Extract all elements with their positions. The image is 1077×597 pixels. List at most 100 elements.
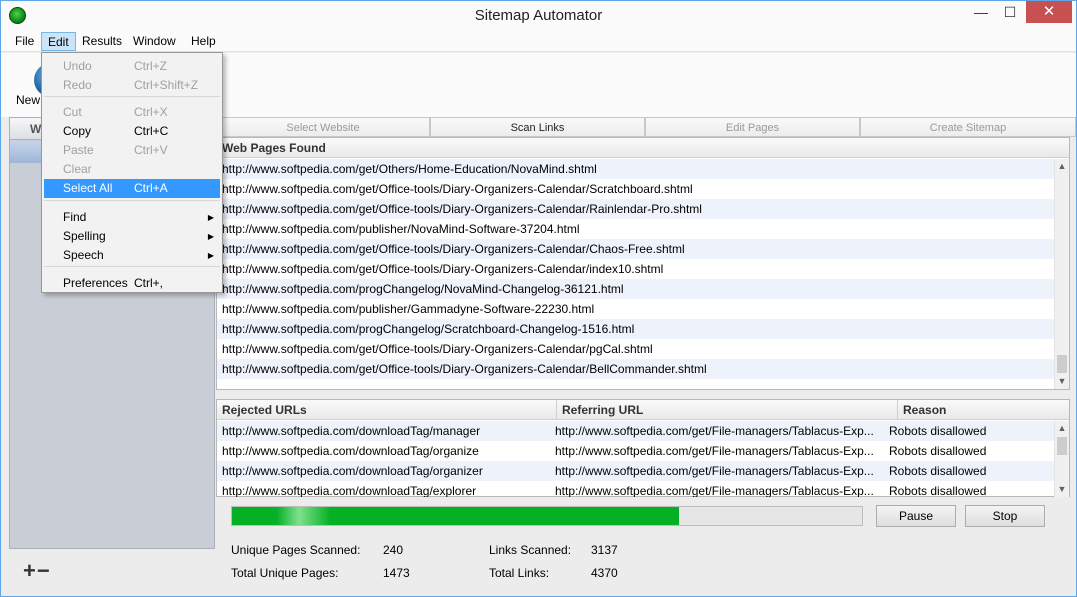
scroll-down-icon[interactable]: ▼ <box>1055 374 1069 388</box>
menu-item-find[interactable]: Find ▶ <box>44 208 220 227</box>
scroll-thumb[interactable] <box>1057 355 1067 373</box>
scan-progress-fill <box>232 507 680 525</box>
web-page-row[interactable]: http://www.softpedia.com/get/Office-tool… <box>217 359 1055 379</box>
rejected-urls-panel: Rejected URLs Referring URL Reason http:… <box>216 399 1070 497</box>
tab-scan-links[interactable]: Scan Links <box>430 117 645 137</box>
web-page-row[interactable]: http://www.softpedia.com/get/Office-tool… <box>217 199 1055 219</box>
menu-bar: File Edit Results Window Help <box>1 31 1076 52</box>
menu-item-label: Spelling <box>63 229 106 243</box>
menu-file[interactable]: File <box>9 32 40 51</box>
window-title: Sitemap Automator <box>474 7 603 24</box>
app-window: Sitemap Automator — ☐ ✕ File Edit Result… <box>0 0 1077 597</box>
rejected-row[interactable]: http://www.softpedia.com/downloadTag/exp… <box>217 481 1055 497</box>
web-page-row[interactable]: http://www.softpedia.com/get/Office-tool… <box>217 239 1055 259</box>
menu-item-preferences[interactable]: Preferences Ctrl+, <box>44 274 220 293</box>
stop-button[interactable]: Stop <box>965 505 1045 527</box>
rejected-urls-header: Rejected URLs Referring URL Reason <box>217 400 1069 420</box>
menu-item-label: Speech <box>63 248 104 262</box>
menu-item-label: Preferences <box>63 276 128 290</box>
edit-menu-dropdown: Undo Ctrl+Z Redo Ctrl+Shift+Z Cut Ctrl+X Copy C… <box>41 52 223 293</box>
menu-separator <box>44 266 220 267</box>
menu-item-clear[interactable]: Clear <box>44 160 220 179</box>
rejected-url: http://www.softpedia.com/downloadTag/org… <box>222 444 479 458</box>
menu-item-label: Redo <box>63 78 92 92</box>
web-pages-header: Web Pages Found <box>217 138 1069 158</box>
referring-url: http://www.softpedia.com/get/File-manage… <box>555 444 874 458</box>
tab-edit-pages[interactable]: Edit Pages <box>645 117 860 137</box>
web-pages-panel: Web Pages Found http://www.softpedia.com… <box>216 137 1070 390</box>
column-referring-url[interactable]: Referring URL <box>557 400 898 420</box>
referring-url: http://www.softpedia.com/get/File-manage… <box>555 464 874 478</box>
menu-separator <box>44 96 220 97</box>
submenu-arrow-icon: ▶ <box>207 232 214 241</box>
menu-item-label: Select All <box>63 181 113 195</box>
rejected-urls-list: http://www.softpedia.com/downloadTag/man… <box>217 421 1055 497</box>
links-scanned-value: 3137 <box>591 543 618 557</box>
web-page-row[interactable]: http://www.softpedia.com/publisher/NovaM… <box>217 219 1055 239</box>
rejected-row[interactable]: http://www.softpedia.com/downloadTag/man… <box>217 421 1055 441</box>
web-pages-scrollbar[interactable]: ▲ ▼ <box>1054 159 1069 389</box>
total-unique-pages-value: 1473 <box>383 566 410 580</box>
referring-url: http://www.softpedia.com/get/File-manage… <box>555 484 874 497</box>
menu-item-shortcut: Ctrl+, <box>134 276 164 290</box>
column-reason[interactable]: Reason <box>898 400 1069 420</box>
scroll-down-icon[interactable]: ▼ <box>1055 482 1069 496</box>
rejected-url: http://www.softpedia.com/downloadTag/org… <box>222 464 483 478</box>
menu-item-cut[interactable]: Cut Ctrl+X <box>44 103 220 122</box>
menu-item-redo[interactable]: Redo Ctrl+Shift+Z <box>44 76 220 95</box>
menu-results[interactable]: Results <box>76 32 128 51</box>
rejected-url: http://www.softpedia.com/downloadTag/exp… <box>222 484 477 497</box>
maximize-button[interactable]: ☐ <box>996 1 1024 23</box>
menu-item-select-all[interactable]: Select All Ctrl+A <box>44 179 220 198</box>
menu-item-copy[interactable]: Copy Ctrl+C <box>44 122 220 141</box>
menu-item-undo[interactable]: Undo Ctrl+Z <box>44 57 220 76</box>
scroll-thumb[interactable] <box>1057 437 1067 455</box>
total-unique-pages-label: Total Unique Pages: <box>231 566 339 580</box>
menu-window[interactable]: Window <box>127 32 182 51</box>
menu-item-speech[interactable]: Speech ▶ <box>44 246 220 265</box>
reject-reason: Robots disallowed <box>889 464 987 478</box>
new-button-label[interactable]: New <box>16 93 40 107</box>
tab-select-website[interactable]: Select Website <box>216 117 430 137</box>
menu-item-shortcut: Ctrl+Shift+Z <box>134 78 199 92</box>
pause-button[interactable]: Pause <box>876 505 956 527</box>
menu-item-label: Undo <box>63 59 92 73</box>
menu-help[interactable]: Help <box>185 32 222 51</box>
web-page-row[interactable]: http://www.softpedia.com/get/Office-tool… <box>217 259 1055 279</box>
menu-item-label: Clear <box>63 162 92 176</box>
menu-item-spelling[interactable]: Spelling ▶ <box>44 227 220 246</box>
web-page-row[interactable]: http://www.softpedia.com/progChangelog/S… <box>217 319 1055 339</box>
menu-item-shortcut: Ctrl+Z <box>134 59 167 73</box>
menu-item-label: Paste <box>63 143 94 157</box>
column-rejected-urls[interactable]: Rejected URLs <box>217 400 557 420</box>
web-page-row[interactable]: http://www.softpedia.com/get/Office-tool… <box>217 339 1055 359</box>
minimize-button[interactable]: — <box>967 1 995 23</box>
web-page-row[interactable]: http://www.softpedia.com/get/Office-tool… <box>217 179 1055 199</box>
menu-item-shortcut: Ctrl+C <box>134 124 169 138</box>
close-button[interactable]: ✕ <box>1026 1 1072 23</box>
rejected-row[interactable]: http://www.softpedia.com/downloadTag/org… <box>217 461 1055 481</box>
tab-create-sitemap[interactable]: Create Sitemap <box>860 117 1076 137</box>
web-page-row[interactable]: http://www.softpedia.com/progChangelog/N… <box>217 279 1055 299</box>
menu-item-paste[interactable]: Paste Ctrl+V <box>44 141 220 160</box>
menu-item-shortcut: Ctrl+V <box>134 143 168 157</box>
unique-pages-scanned-value: 240 <box>383 543 404 557</box>
total-links-label: Total Links: <box>489 566 550 580</box>
scroll-up-icon[interactable]: ▲ <box>1055 159 1069 173</box>
submenu-arrow-icon: ▶ <box>207 251 214 260</box>
rejected-url: http://www.softpedia.com/downloadTag/man… <box>222 424 481 438</box>
scroll-up-icon[interactable]: ▲ <box>1055 421 1069 435</box>
menu-separator <box>44 200 220 201</box>
rejected-row[interactable]: http://www.softpedia.com/downloadTag/org… <box>217 441 1055 461</box>
unique-pages-scanned-label: Unique Pages Scanned: <box>231 543 361 557</box>
web-page-row[interactable]: http://www.softpedia.com/get/Others/Home… <box>217 159 1055 179</box>
reject-reason: Robots disallowed <box>889 424 987 438</box>
workflow-tabs: Select Website Scan Links Edit Pages Cre… <box>216 117 1076 137</box>
menu-item-shortcut: Ctrl+A <box>134 181 168 195</box>
web-page-row[interactable]: http://www.softpedia.com/publisher/Gamma… <box>217 299 1055 319</box>
submenu-arrow-icon: ▶ <box>207 213 214 222</box>
rejected-urls-scrollbar[interactable]: ▲ ▼ <box>1054 421 1069 497</box>
menu-edit[interactable]: Edit <box>41 32 76 51</box>
add-remove-website-buttons[interactable]: +− <box>23 558 51 584</box>
links-scanned-label: Links Scanned: <box>489 543 572 557</box>
